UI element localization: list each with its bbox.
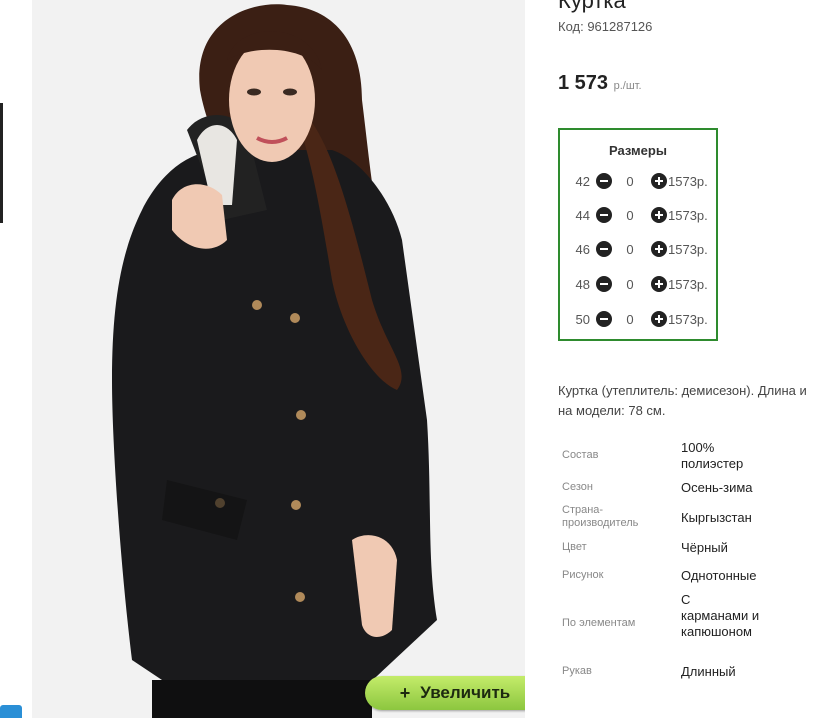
thumbnail-edge[interactable] — [0, 103, 3, 223]
spec-value: Осень-зима — [681, 480, 753, 495]
spec-label: Сезон — [562, 481, 593, 493]
size-price: 1573р. — [668, 242, 708, 257]
price-value: 1 573 — [558, 72, 609, 94]
size-selector-heading: Размеры — [609, 143, 667, 158]
spec-value: Кыргызстан — [681, 510, 752, 525]
product-description: Куртка (утеплитель: демисезон). Длина и … — [558, 381, 825, 421]
size-quantity: 0 — [626, 208, 634, 223]
plus-icon: + — [399, 682, 411, 703]
size-row: 44 0 1573р. — [570, 205, 720, 225]
zoom-button[interactable]: + Увеличить — [365, 676, 525, 710]
product-title: Куртка — [558, 0, 626, 13]
size-price: 1573р. — [668, 277, 708, 292]
size-quantity: 0 — [626, 174, 634, 189]
product-price: 1 573 р./шт. — [558, 72, 642, 95]
size-quantity: 0 — [626, 277, 634, 292]
size-label: 44 — [575, 208, 590, 223]
size-price: 1573р. — [668, 208, 708, 223]
minus-icon[interactable] — [596, 276, 612, 292]
spec-value: 100% полиэстер — [681, 440, 744, 471]
spec-label: Состав — [562, 449, 599, 461]
chat-widget-edge[interactable] — [0, 705, 22, 718]
spec-label: По элементам — [562, 617, 636, 629]
plus-icon[interactable] — [651, 173, 667, 189]
left-thumbnail-strip — [0, 0, 32, 718]
size-label: 48 — [575, 277, 590, 292]
minus-icon[interactable] — [596, 311, 612, 327]
spec-value: Однотонные — [681, 568, 757, 583]
size-row: 46 0 1573р. — [570, 239, 720, 259]
spec-label: Рисунок — [562, 569, 604, 581]
size-selector: Размеры 42 0 1573р. 44 0 1573р. 46 0 157… — [558, 128, 718, 341]
spec-label: Рукав — [562, 665, 592, 677]
spec-value: Чёрный — [681, 540, 728, 555]
size-label: 42 — [575, 174, 590, 189]
plus-icon[interactable] — [651, 241, 667, 257]
size-label: 46 — [575, 242, 590, 257]
product-code: Код: 961287126 — [558, 19, 653, 34]
plus-icon[interactable] — [651, 207, 667, 223]
product-photo[interactable]: + Увеличить — [32, 0, 525, 718]
plus-icon[interactable] — [651, 311, 667, 327]
minus-icon[interactable] — [596, 207, 612, 223]
price-unit: р./шт. — [613, 80, 642, 92]
plus-icon[interactable] — [651, 276, 667, 292]
size-quantity: 0 — [626, 312, 634, 327]
size-row: 48 0 1573р. — [570, 274, 720, 294]
size-row: 50 0 1573р. — [570, 309, 720, 329]
spec-label: Страна-производитель — [562, 504, 639, 529]
model-jacket-image — [32, 0, 525, 718]
size-price: 1573р. — [668, 312, 708, 327]
description-line: на модели: 78 см. — [558, 403, 666, 418]
size-quantity: 0 — [626, 242, 634, 257]
minus-icon[interactable] — [596, 241, 612, 257]
zoom-button-label: Увеличить — [420, 683, 511, 702]
size-row: 42 0 1573р. — [570, 171, 720, 191]
size-price: 1573р. — [668, 174, 708, 189]
spec-value: Длинный — [681, 664, 736, 679]
spec-value: С карманами и капюшоном — [681, 592, 760, 639]
minus-icon[interactable] — [596, 173, 612, 189]
size-label: 50 — [575, 312, 590, 327]
spec-label: Цвет — [562, 541, 587, 553]
description-line: Куртка (утеплитель: демисезон). Длина и — [558, 383, 807, 398]
